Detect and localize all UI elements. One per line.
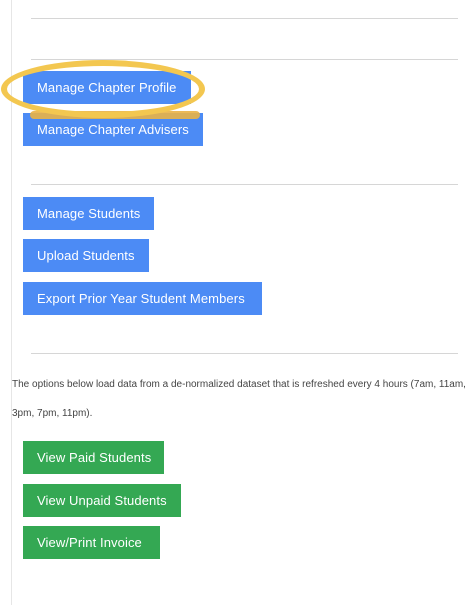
page: Manage Chapter Profile Manage Chapter Ad… [0, 0, 471, 605]
view-print-invoice-button[interactable]: View/Print Invoice [23, 526, 160, 559]
upload-students-button[interactable]: Upload Students [23, 239, 149, 272]
export-prior-year-button[interactable]: Export Prior Year Student Members [23, 282, 262, 315]
left-border [11, 0, 12, 605]
divider-chapter [31, 59, 458, 60]
divider-reports [31, 353, 458, 354]
divider-top [31, 18, 458, 19]
divider-students [31, 184, 458, 185]
manage-students-button[interactable]: Manage Students [23, 197, 154, 230]
view-unpaid-students-button[interactable]: View Unpaid Students [23, 484, 181, 517]
manage-chapter-profile-button[interactable]: Manage Chapter Profile [23, 71, 191, 104]
view-paid-students-button[interactable]: View Paid Students [23, 441, 164, 474]
dataset-info-text: The options below load data from a de-no… [12, 379, 466, 419]
manage-chapter-advisers-button[interactable]: Manage Chapter Advisers [23, 113, 203, 146]
